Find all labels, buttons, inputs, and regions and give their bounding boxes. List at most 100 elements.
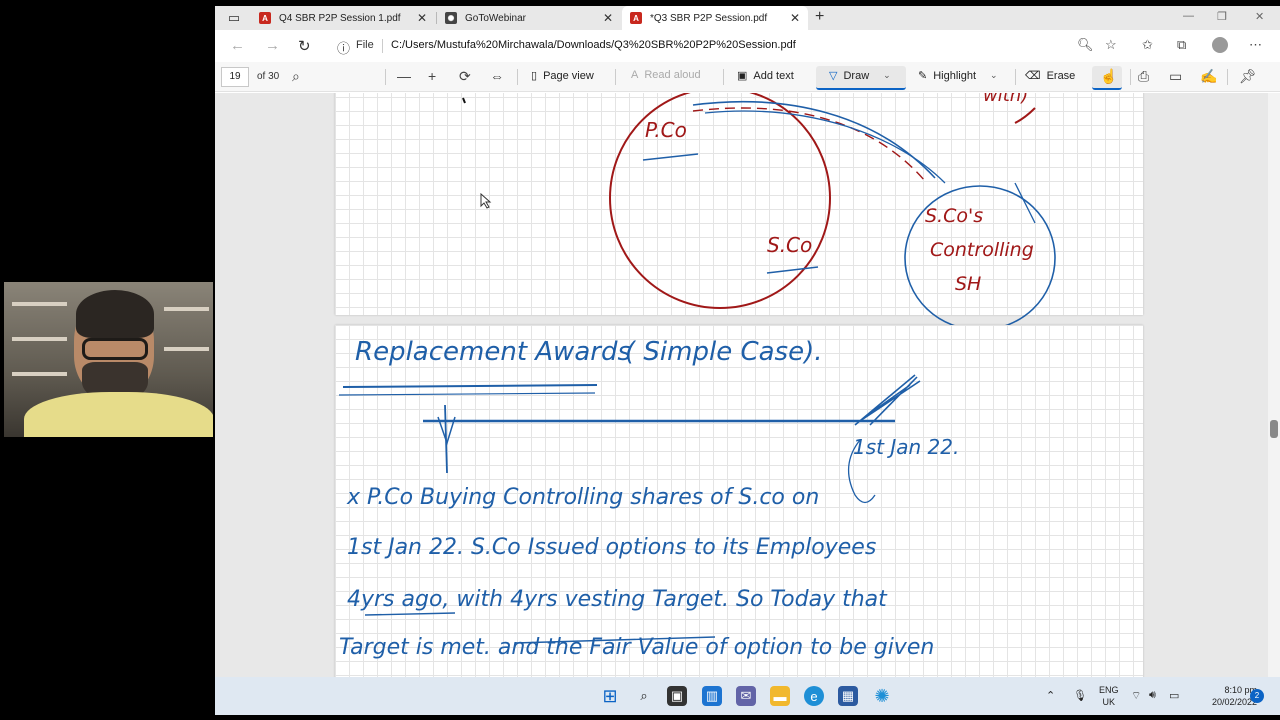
add-text-button[interactable]: ▣ Add text bbox=[737, 69, 794, 83]
tab-title: *Q3 SBR P2P Session.pdf bbox=[650, 12, 768, 24]
eraser-icon: ⌫ bbox=[1025, 70, 1041, 82]
page-total: of 30 bbox=[257, 71, 280, 82]
fit-page-icon[interactable]: ⇔ bbox=[490, 68, 504, 84]
vertical-scrollbar[interactable] bbox=[1268, 93, 1280, 677]
taskbar: ⊞ ⌕ ▣ ▥ ✉ ▬ e ▦ ✺ ⌃ 🎙︎ ENG UK ⌔ 🔊︎ ▭ 8:1… bbox=[215, 677, 1280, 715]
note-line-3: 4yrs ago, with 4yrs vesting Target. So T… bbox=[347, 587, 887, 612]
chat-icon[interactable]: ✉ bbox=[736, 686, 756, 706]
restore-icon[interactable]: ❐ bbox=[1217, 10, 1227, 23]
add-text-icon: ▣ bbox=[737, 70, 748, 82]
erase-button[interactable]: ⌫ Erase bbox=[1025, 69, 1076, 83]
new-tab-icon[interactable]: + bbox=[815, 8, 824, 26]
info-icon[interactable]: ⓘ bbox=[337, 38, 350, 57]
note-sco-sh-3: SH bbox=[955, 273, 982, 295]
erase-label: Erase bbox=[1046, 69, 1076, 82]
refresh-icon[interactable]: ↻ bbox=[298, 37, 311, 55]
more-icon[interactable]: ⋯ bbox=[1249, 37, 1262, 53]
rotate-icon[interactable]: ⟳ bbox=[459, 68, 471, 85]
close-window-icon[interactable]: ✕ bbox=[1255, 10, 1264, 23]
language-indicator[interactable]: ENG UK bbox=[1099, 684, 1119, 708]
read-aloud-icon: A bbox=[631, 69, 639, 81]
page-view-button[interactable]: ▯ Page view bbox=[531, 69, 594, 83]
note-sco-sh-1: S.Co's bbox=[925, 205, 984, 227]
scrollbar-thumb[interactable] bbox=[1270, 420, 1278, 438]
store-icon[interactable]: ▦ bbox=[838, 686, 858, 706]
volume-icon[interactable]: 🔊︎ bbox=[1149, 689, 1156, 702]
region-code: UK bbox=[1102, 697, 1116, 707]
microphone-icon[interactable]: 🎙︎ bbox=[1073, 689, 1087, 702]
profile-avatar[interactable] bbox=[1212, 37, 1228, 53]
tab-q3-pdf[interactable]: A *Q3 SBR P2P Session.pdf ✕ bbox=[622, 6, 808, 30]
close-icon[interactable]: ✕ bbox=[417, 11, 427, 25]
search-icon[interactable]: ⌕ bbox=[634, 686, 654, 706]
chevron-down-icon[interactable]: ⌄ bbox=[990, 70, 998, 81]
favorites-icon[interactable]: ✩ bbox=[1142, 37, 1153, 53]
widgets-icon[interactable]: ▥ bbox=[702, 686, 722, 706]
url-field[interactable]: C:/Users/Mustufa%20Mirchawala/Downloads/… bbox=[391, 39, 796, 51]
zoom-out-icon[interactable]: — bbox=[397, 68, 411, 84]
close-icon[interactable]: ✕ bbox=[603, 11, 613, 25]
edge-browser-icon[interactable]: e bbox=[804, 686, 824, 706]
page-view-label: Page view bbox=[543, 69, 594, 82]
note-subtitle: ( Simple Case). bbox=[625, 337, 823, 367]
wifi-icon[interactable]: ⌔ bbox=[1131, 689, 1141, 703]
tab-actions-icon[interactable]: ▭ bbox=[225, 9, 243, 27]
note-pco: P.Co bbox=[645, 118, 687, 142]
task-view-icon[interactable]: ▣ bbox=[667, 686, 687, 706]
read-aloud-label: Read aloud bbox=[644, 69, 701, 81]
forward-icon[interactable]: → bbox=[265, 37, 280, 54]
save-as-icon[interactable]: ✍ bbox=[1200, 68, 1217, 85]
windows-start-icon[interactable]: ⊞ bbox=[600, 686, 620, 706]
search-icon[interactable]: ⌕ bbox=[292, 68, 300, 85]
pdf-page-19: Replacement Awards ( Simple Case). 1st J… bbox=[335, 325, 1143, 677]
file-explorer-icon[interactable]: ▬ bbox=[770, 686, 790, 706]
notification-badge[interactable]: 2 bbox=[1250, 689, 1264, 703]
read-aloud-button[interactable]: A Read aloud bbox=[631, 69, 701, 81]
tab-gotowebinar[interactable]: ✺ GoToWebinar ✕ bbox=[437, 6, 621, 30]
show-hidden-icons-icon[interactable]: ⌃ bbox=[1046, 689, 1055, 702]
gotowebinar-icon: ✺ bbox=[445, 12, 457, 24]
page-number-input[interactable]: 19 bbox=[221, 67, 249, 87]
tab-q4-pdf[interactable]: A Q4 SBR P2P Session 1.pdf ✕ bbox=[251, 6, 435, 30]
collections-icon[interactable]: ⧉ bbox=[1177, 37, 1186, 53]
chevron-down-icon[interactable]: ⌄ bbox=[883, 70, 891, 81]
address-bar: ← → ↻ ⓘ File C:/Users/Mustufa%20Mirchawa… bbox=[215, 30, 1280, 62]
battery-icon[interactable]: ▭ bbox=[1169, 689, 1179, 702]
lang-code: ENG bbox=[1099, 685, 1119, 695]
zoom-icon[interactable]: 🔍︎ bbox=[1077, 37, 1094, 53]
tab-title: Q4 SBR P2P Session 1.pdf bbox=[279, 12, 401, 24]
webcam-feed bbox=[4, 282, 213, 437]
pdf-toolbar: 19 of 30 ⌕ — + ⟳ ⇔ ▯ Page view A Read al… bbox=[215, 62, 1280, 92]
close-icon[interactable]: ✕ bbox=[790, 11, 800, 25]
tab-strip: ▭ A Q4 SBR P2P Session 1.pdf ✕ ✺ GoToWeb… bbox=[215, 6, 1280, 30]
highlight-icon: ✎ bbox=[918, 70, 928, 82]
touch-write-icon[interactable]: ☝ bbox=[1100, 68, 1117, 85]
back-icon[interactable]: ← bbox=[230, 37, 245, 54]
pin-toolbar-icon[interactable]: 📌︎ bbox=[1239, 68, 1257, 85]
pdf-page-18: P.Co S.Co S.Co's Controlling SH with) bbox=[335, 93, 1143, 331]
draw-button[interactable]: ▽ Draw ⌄ bbox=[829, 69, 891, 83]
print-icon[interactable]: ⎙ bbox=[1138, 68, 1149, 85]
note-line-2: 1st Jan 22. S.Co Issued options to its E… bbox=[347, 535, 877, 560]
draw-label: Draw bbox=[843, 69, 870, 82]
browser-window: ▭ A Q4 SBR P2P Session 1.pdf ✕ ✺ GoToWeb… bbox=[215, 6, 1280, 715]
page-view-icon: ▯ bbox=[531, 70, 538, 82]
highlight-button[interactable]: ✎ Highlight ⌄ bbox=[918, 69, 998, 83]
draw-icon: ▽ bbox=[829, 70, 838, 82]
note-line-1: x P.Co Buying Controlling shares of S.co… bbox=[347, 485, 820, 510]
save-icon[interactable]: ▭ bbox=[1169, 68, 1182, 85]
tab-title: GoToWebinar bbox=[465, 12, 526, 24]
note-top-right: with) bbox=[983, 93, 1029, 106]
add-favorite-icon[interactable]: ☆ bbox=[1105, 37, 1117, 53]
gotowebinar-app-icon[interactable]: ✺ bbox=[872, 686, 892, 706]
pdf-viewer[interactable]: P.Co S.Co S.Co's Controlling SH with) Re… bbox=[215, 93, 1280, 677]
highlight-label: Highlight bbox=[933, 69, 977, 82]
mouse-cursor-icon bbox=[480, 193, 492, 209]
zoom-in-icon[interactable]: + bbox=[428, 68, 436, 84]
note-title: Replacement Awards bbox=[355, 337, 631, 367]
screen: ▭ A Q4 SBR P2P Session 1.pdf ✕ ✺ GoToWeb… bbox=[0, 0, 1280, 720]
minimize-icon[interactable]: — bbox=[1183, 10, 1194, 22]
note-line-4: Target is met. and the Fair Value of opt… bbox=[339, 635, 935, 660]
note-date: 1st Jan 22. bbox=[853, 435, 960, 459]
ink-drawing-page1 bbox=[462, 93, 1056, 331]
